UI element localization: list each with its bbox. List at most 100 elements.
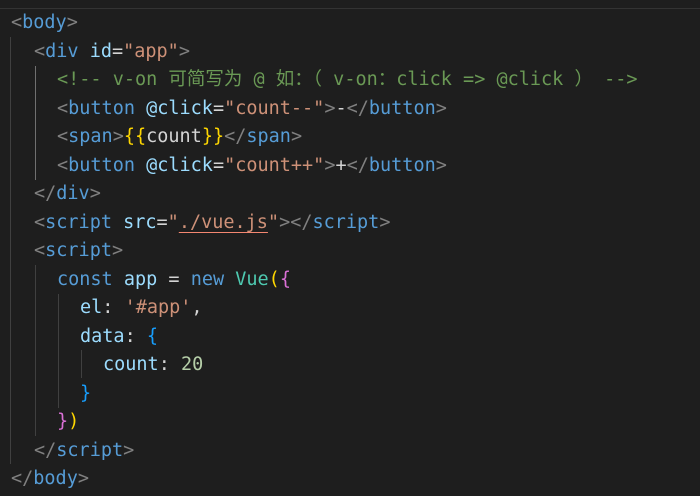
comma: , <box>191 297 203 318</box>
code-line-5[interactable]: <span>{{count}}</span> <box>57 123 302 151</box>
code-line-16[interactable]: </script> <box>34 437 134 465</box>
tag-name: button <box>368 98 436 119</box>
tag-bracket: < <box>57 155 69 176</box>
indent-guide-div <box>35 66 36 180</box>
code-line-11[interactable]: el: '#app', <box>80 294 203 322</box>
mustache-close: }} <box>201 126 225 147</box>
tag-bracket: < <box>34 240 46 261</box>
code-line-1[interactable]: <body> <box>11 9 78 37</box>
tag-bracket: > <box>89 183 101 204</box>
operator: = <box>157 269 191 290</box>
tag-bracket: > <box>112 126 124 147</box>
tag-name: body <box>22 12 67 33</box>
code-line-8[interactable]: <script src="./vue.js"></script> <box>34 209 390 237</box>
brace-open: { <box>146 326 158 347</box>
string-value: '#app' <box>124 297 192 318</box>
indent-guide-data <box>81 350 82 378</box>
tag-name: button <box>368 155 436 176</box>
tag-name: span <box>246 126 291 147</box>
indent-guide-script <box>35 265 36 436</box>
editor-top-divider <box>0 0 700 9</box>
tag-name: script <box>45 212 112 233</box>
tag-bracket: > <box>66 12 78 33</box>
tag-bracket: > <box>435 155 447 176</box>
tag-name: script <box>312 212 380 233</box>
operator: = <box>156 212 168 233</box>
colon: : <box>158 354 181 375</box>
code-line-15[interactable]: }) <box>57 408 79 436</box>
colon: : <box>124 326 147 347</box>
number-value: 20 <box>180 354 204 375</box>
colon: : <box>102 297 125 318</box>
keyword-new: new <box>190 269 225 290</box>
code-line-14[interactable]: } <box>80 380 91 408</box>
attr-name: id <box>78 41 112 62</box>
mustache-open: {{ <box>123 126 147 147</box>
interpolation-expr: count <box>146 126 202 147</box>
property-key: data <box>80 326 125 347</box>
tag-bracket: </ <box>346 155 369 176</box>
variable-name: app <box>112 269 158 290</box>
operator: = <box>212 98 225 119</box>
tag-bracket: > <box>435 98 447 119</box>
tag-bracket: > <box>178 41 190 62</box>
code-line-7[interactable]: </div> <box>34 180 101 208</box>
tag-bracket: </ <box>34 183 57 204</box>
attr-value-quote: " <box>167 212 179 233</box>
tag-bracket: < <box>57 126 69 147</box>
tag-bracket: < <box>57 98 69 119</box>
tag-name: button <box>68 155 135 176</box>
paren-close: ) <box>68 411 80 432</box>
tag-bracket: </ <box>290 212 313 233</box>
code-line-2[interactable]: <div id="app"> <box>34 38 190 66</box>
tag-bracket: > <box>290 126 303 147</box>
operator: = <box>111 41 124 62</box>
tag-name: script <box>56 440 124 461</box>
code-line-12[interactable]: data: { <box>80 323 158 351</box>
code-line-6[interactable]: <button @click="count++">+</button> <box>57 152 447 180</box>
tag-bracket: > <box>324 98 336 119</box>
attr-value: "count--" <box>224 98 325 119</box>
tag-name: span <box>68 126 113 147</box>
brace-close: } <box>80 383 92 404</box>
tag-name: button <box>68 98 135 119</box>
property-key: count <box>103 354 159 375</box>
attr-value-quote: " <box>267 212 280 233</box>
tag-bracket: > <box>77 468 89 489</box>
code-line-13[interactable]: count: 20 <box>103 351 203 379</box>
tag-bracket: </ <box>346 98 369 119</box>
inner-text: - <box>335 98 347 119</box>
tag-bracket: > <box>111 240 124 261</box>
attr-name: src <box>111 212 157 233</box>
brace-close: } <box>57 411 69 432</box>
tag-name: div <box>56 183 90 204</box>
tag-bracket: > <box>123 440 135 461</box>
code-line-17[interactable]: </body> <box>11 465 89 493</box>
attr-name: @click <box>134 155 213 176</box>
html-comment: <!-- v-on 可简写为 @ 如：（ v-on：click => @clic… <box>57 69 638 90</box>
indent-guide-body <box>10 37 11 464</box>
tag-bracket: < <box>34 212 46 233</box>
code-line-10[interactable]: const app = new Vue({ <box>57 266 291 294</box>
code-editor[interactable]: <body> <div id="app"> <!-- v-on 可简写为 @ 如… <box>0 0 700 496</box>
code-line-4[interactable]: <button @click="count--">-</button> <box>57 95 447 123</box>
code-line-3[interactable]: <!-- v-on 可简写为 @ 如：（ v-on：click => @clic… <box>57 66 638 94</box>
attr-value: "app" <box>123 41 179 62</box>
tag-bracket: </ <box>224 126 247 147</box>
operator: = <box>212 155 225 176</box>
tag-bracket: > <box>324 155 336 176</box>
tag-bracket: </ <box>34 440 57 461</box>
code-line-9[interactable]: <script> <box>34 237 123 265</box>
tag-bracket: < <box>11 12 23 33</box>
attr-value: "count++" <box>224 155 325 176</box>
tag-name: body <box>33 468 78 489</box>
tag-bracket: < <box>34 41 46 62</box>
tag-bracket: > <box>379 212 391 233</box>
attr-name: @click <box>134 98 213 119</box>
paren-open: ( <box>268 269 280 290</box>
property-key: el <box>80 297 103 318</box>
inner-text: + <box>335 155 347 176</box>
tag-bracket: > <box>279 212 291 233</box>
tag-bracket: </ <box>11 468 34 489</box>
script-src-link[interactable]: ./vue.js <box>179 212 268 233</box>
